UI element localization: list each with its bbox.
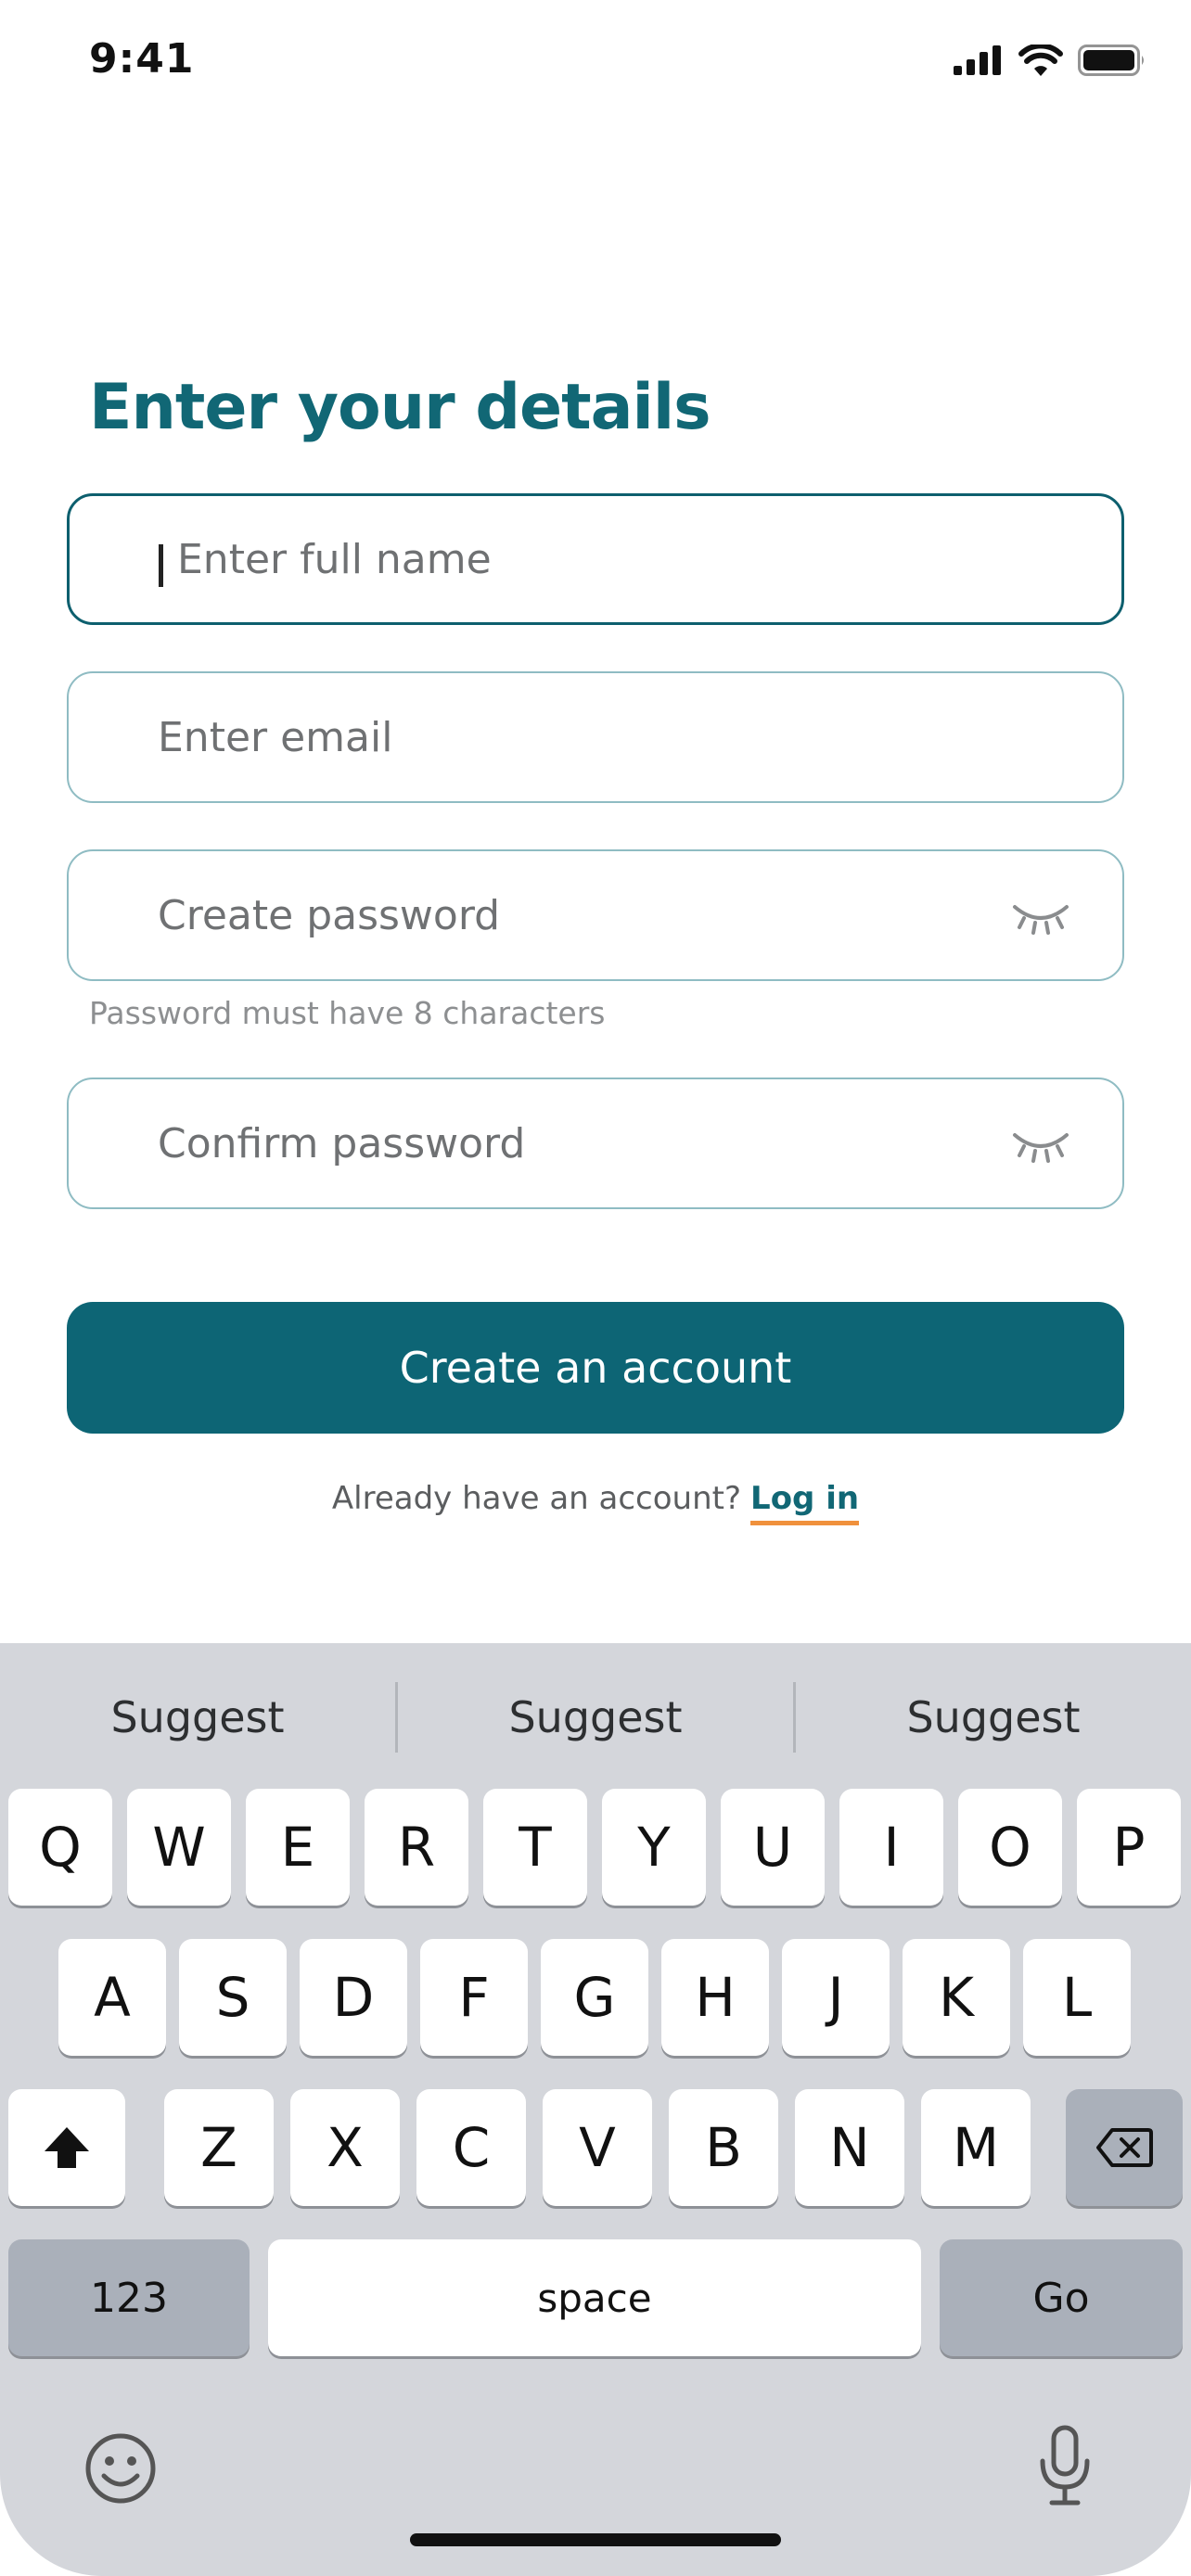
password-hint: Password must have 8 characters — [89, 995, 606, 1031]
key-u[interactable]: U — [721, 1789, 825, 1906]
suggestion-1[interactable]: Suggest — [0, 1643, 395, 1792]
eye-closed-icon[interactable] — [1011, 1126, 1070, 1163]
suggestion-bar: Suggest Suggest Suggest — [0, 1643, 1191, 1792]
key-w[interactable]: W — [127, 1789, 231, 1906]
login-prompt-text: Already have an account? — [331, 1480, 742, 1517]
text-cursor — [159, 544, 163, 587]
suggestion-2[interactable]: Suggest — [398, 1643, 793, 1792]
cellular-signal-icon — [954, 45, 1001, 75]
battery-icon — [1078, 45, 1144, 76]
key-y[interactable]: Y — [602, 1789, 706, 1906]
key-b[interactable]: B — [669, 2089, 778, 2206]
key-e[interactable]: E — [246, 1789, 350, 1906]
password-placeholder: Create password — [158, 891, 501, 939]
home-indicator — [410, 2533, 781, 2546]
status-time: 9:41 — [89, 35, 195, 83]
create-account-button[interactable]: Create an account — [67, 1302, 1124, 1434]
shift-arrow-icon — [45, 2127, 89, 2168]
create-account-label: Create an account — [399, 1343, 792, 1393]
key-f[interactable]: F — [420, 1939, 528, 2056]
key-p[interactable]: P — [1077, 1789, 1181, 1906]
key-m[interactable]: M — [921, 2089, 1031, 2206]
full-name-placeholder: Enter full name — [177, 535, 492, 583]
backspace-icon — [1096, 2128, 1153, 2167]
numbers-key[interactable]: 123 — [8, 2239, 250, 2356]
email-placeholder: Enter email — [158, 713, 393, 761]
confirm-password-placeholder: Confirm password — [158, 1119, 526, 1167]
keyboard: Suggest Suggest Suggest Q W E R T Y U I … — [0, 1643, 1191, 2576]
login-prompt-row: Already have an account? Log in — [0, 1480, 1191, 1525]
go-key[interactable]: Go — [940, 2239, 1183, 2356]
key-v[interactable]: V — [543, 2089, 652, 2206]
status-bar: 9:41 — [0, 0, 1191, 130]
key-n[interactable]: N — [795, 2089, 904, 2206]
key-a[interactable]: A — [58, 1939, 166, 2056]
suggestion-3[interactable]: Suggest — [796, 1643, 1191, 1792]
key-d[interactable]: D — [300, 1939, 407, 2056]
confirm-password-input[interactable]: Confirm password — [67, 1078, 1124, 1209]
status-icons — [954, 45, 1146, 76]
key-i[interactable]: I — [839, 1789, 943, 1906]
key-j[interactable]: J — [782, 1939, 890, 2056]
key-o[interactable]: O — [958, 1789, 1062, 1906]
key-r[interactable]: R — [365, 1789, 468, 1906]
emoji-face-icon[interactable] — [83, 2431, 158, 2506]
key-s[interactable]: S — [179, 1939, 287, 2056]
key-q[interactable]: Q — [8, 1789, 112, 1906]
page-title: Enter your details — [89, 371, 711, 444]
key-x[interactable]: X — [290, 2089, 400, 2206]
shift-key[interactable] — [8, 2089, 125, 2206]
wifi-icon — [1018, 45, 1063, 76]
key-g[interactable]: G — [541, 1939, 648, 2056]
key-c[interactable]: C — [416, 2089, 526, 2206]
key-k[interactable]: K — [903, 1939, 1010, 2056]
password-input[interactable]: Create password — [67, 849, 1124, 981]
eye-closed-icon[interactable] — [1011, 898, 1070, 935]
login-link[interactable]: Log in — [750, 1480, 860, 1525]
microphone-icon[interactable] — [1035, 2424, 1095, 2507]
delete-key[interactable] — [1066, 2089, 1183, 2206]
full-name-input[interactable]: Enter full name — [67, 493, 1124, 625]
space-key[interactable]: space — [268, 2239, 921, 2356]
key-z[interactable]: Z — [164, 2089, 274, 2206]
key-h[interactable]: H — [661, 1939, 769, 2056]
email-input[interactable]: Enter email — [67, 671, 1124, 803]
key-t[interactable]: T — [483, 1789, 587, 1906]
key-l[interactable]: L — [1023, 1939, 1131, 2056]
